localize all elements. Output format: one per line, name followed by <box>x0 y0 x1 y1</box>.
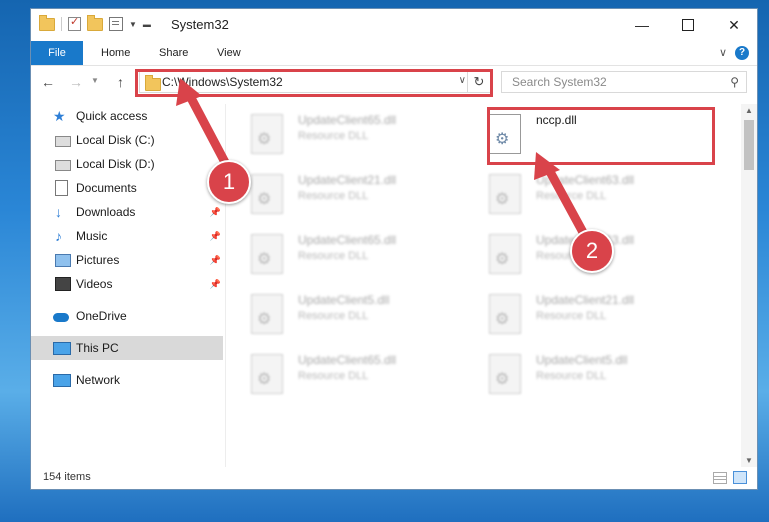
arrow-2-shaft <box>543 163 590 241</box>
arrow-1 <box>176 78 233 173</box>
step-1-badge: 1 <box>207 160 251 204</box>
annotation-arrows <box>176 78 590 241</box>
step-2-badge: 2 <box>570 229 614 273</box>
arrow-1-shaft <box>185 91 233 173</box>
arrow-2 <box>534 152 590 241</box>
